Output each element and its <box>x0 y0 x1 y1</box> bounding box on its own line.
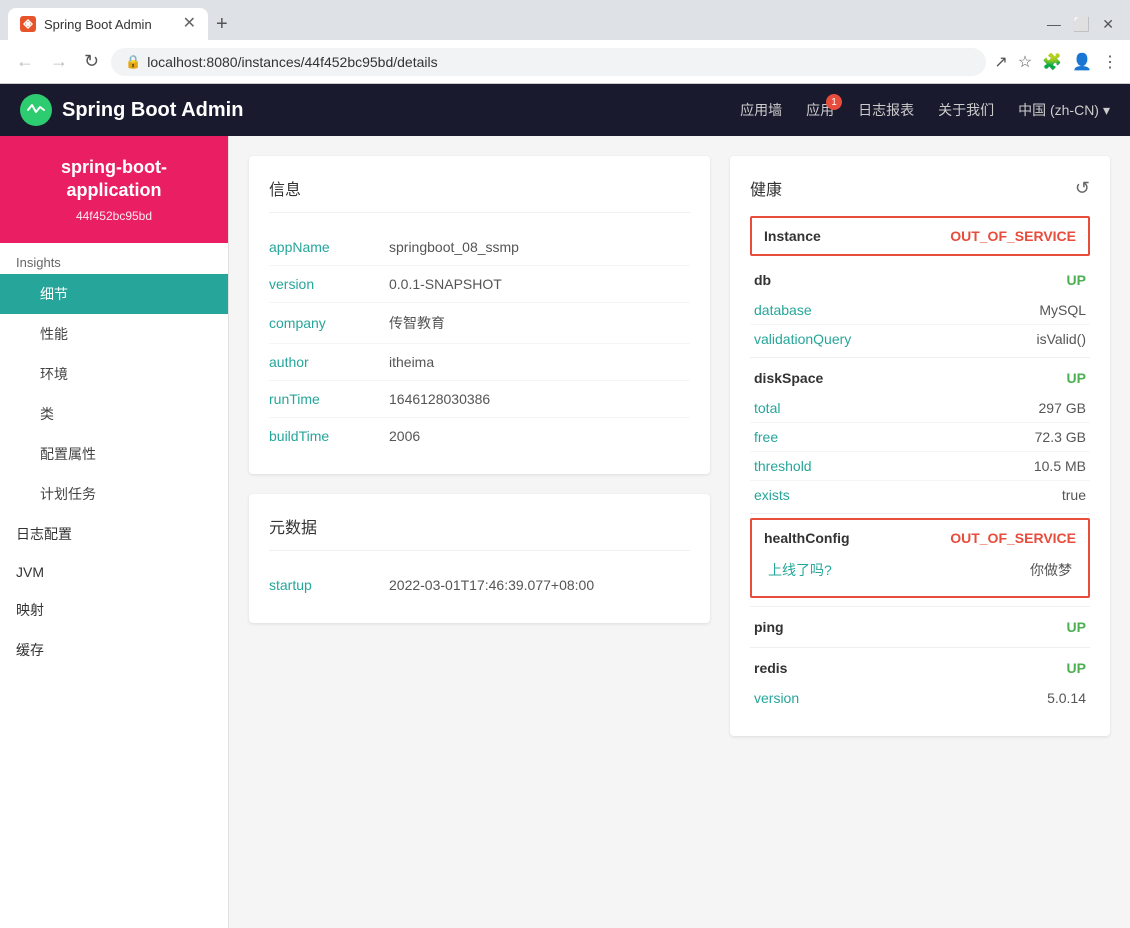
info-row-version: version 0.0.1-SNAPSHOT <box>269 266 690 303</box>
restore-button[interactable]: ⬜ <box>1073 16 1090 33</box>
info-row-runtime: runTime 1646128030386 <box>269 381 690 418</box>
health-detail-exists: exists true <box>750 481 1090 509</box>
health-detail-threshold: threshold 10.5 MB <box>750 452 1090 481</box>
tab-favicon <box>20 16 36 32</box>
address-actions: ↗ ☆ 🧩 👤 ⋮ <box>994 52 1118 72</box>
browser-chrome: Spring Boot Admin ✕ + — ⬜ ✕ ← → ↻ 🔒 loca… <box>0 0 1130 84</box>
health-section-diskspace: diskSpace UP total 297 GB free 72.3 GB t… <box>750 362 1090 509</box>
back-button[interactable]: ← <box>12 47 38 76</box>
health-card: 健康 ↺ Instance OUT_OF_SERVICE db UP datab… <box>730 156 1110 736</box>
nav-app-wall[interactable]: 应用墙 <box>740 100 782 120</box>
logo-icon <box>20 94 52 126</box>
forward-button[interactable]: → <box>46 47 72 76</box>
health-title: 健康 <box>750 176 782 200</box>
window-controls: — ⬜ ✕ <box>1047 16 1130 33</box>
bookmark-button[interactable]: ☆ <box>1018 52 1032 72</box>
health-refresh-button[interactable]: ↺ <box>1075 178 1090 199</box>
info-row-appname: appName springboot_08_ssmp <box>269 229 690 266</box>
info-row-buildtime: buildTime 2006 <box>269 418 690 454</box>
minimize-button[interactable]: — <box>1047 16 1061 33</box>
app-title: Spring Boot Admin <box>62 99 243 122</box>
metadata-card-title: 元数据 <box>269 514 690 551</box>
profile-button[interactable]: 👤 <box>1072 52 1092 72</box>
app-header: Spring Boot Admin 应用墙 应用 1 日志报表 关于我们 中国 … <box>0 84 1130 136</box>
sidebar-item-config-props[interactable]: 配置属性 <box>0 434 228 474</box>
tab-close-button[interactable]: ✕ <box>183 16 196 32</box>
browser-tab[interactable]: Spring Boot Admin ✕ <box>8 8 208 40</box>
info-row-author: author itheima <box>269 344 690 381</box>
health-instance-row: Instance OUT_OF_SERVICE <box>750 216 1090 256</box>
sidebar-item-scheduled-tasks[interactable]: 计划任务 <box>0 474 228 514</box>
sidebar: spring-boot-application 44f452bc95bd Ins… <box>0 136 229 928</box>
instance-header: spring-boot-application 44f452bc95bd <box>0 136 228 243</box>
left-panel: 信息 appName springboot_08_ssmp version 0.… <box>249 156 710 908</box>
health-detail-validationquery: validationQuery isValid() <box>750 325 1090 353</box>
divider2 <box>750 513 1090 514</box>
info-card: 信息 appName springboot_08_ssmp version 0.… <box>249 156 710 474</box>
health-section-redis-header: redis UP <box>750 652 1090 684</box>
new-tab-button[interactable]: + <box>208 13 236 36</box>
metadata-card: 元数据 startup 2022-03-01T17:46:39.077+08:0… <box>249 494 710 623</box>
health-section-db: db UP database MySQL validationQuery isV… <box>750 264 1090 353</box>
nav-about[interactable]: 关于我们 <box>938 100 994 120</box>
extension-button[interactable]: 🧩 <box>1042 52 1062 72</box>
health-header: 健康 ↺ <box>750 176 1090 200</box>
health-section-redis: redis UP version 5.0.14 <box>750 652 1090 712</box>
refresh-button[interactable]: ↻ <box>80 47 103 76</box>
info-rows: appName springboot_08_ssmp version 0.0.1… <box>269 229 690 454</box>
health-instance-label: Instance <box>764 228 821 244</box>
instance-name: spring-boot-application <box>16 156 212 203</box>
health-section-db-header: db UP <box>750 264 1090 296</box>
health-detail-database: database MySQL <box>750 296 1090 325</box>
divider4 <box>750 647 1090 648</box>
apps-badge: 1 <box>826 94 842 110</box>
address-bar: ← → ↻ 🔒 localhost:8080/instances/44f452b… <box>0 40 1130 84</box>
info-row-company: company 传智教育 <box>269 303 690 344</box>
right-panel: 健康 ↺ Instance OUT_OF_SERVICE db UP datab… <box>730 156 1110 908</box>
health-detail-online: 上线了吗? 你做梦 <box>764 554 1076 586</box>
url-input[interactable]: 🔒 localhost:8080/instances/44f452bc95bd/… <box>111 48 986 76</box>
health-section-ping-header: ping UP <box>750 611 1090 643</box>
sidebar-item-performance[interactable]: 性能 <box>0 314 228 354</box>
menu-button[interactable]: ⋮ <box>1102 52 1118 72</box>
language-selector[interactable]: 中国 (zh-CN) ▾ <box>1018 100 1110 120</box>
app-body: spring-boot-application 44f452bc95bd Ins… <box>0 136 1130 928</box>
divider <box>750 357 1090 358</box>
app-nav: 应用墙 应用 1 日志报表 关于我们 中国 (zh-CN) ▾ <box>740 100 1110 120</box>
tab-title: Spring Boot Admin <box>44 17 152 32</box>
sidebar-item-environment[interactable]: 环境 <box>0 354 228 394</box>
sidebar-item-cache[interactable]: 缓存 <box>0 630 228 670</box>
app-logo: Spring Boot Admin <box>20 94 243 126</box>
health-detail-redis-version: version 5.0.14 <box>750 684 1090 712</box>
close-window-button[interactable]: ✕ <box>1102 16 1114 33</box>
sidebar-item-classes[interactable]: 类 <box>0 394 228 434</box>
sidebar-item-mappings[interactable]: 映射 <box>0 590 228 630</box>
nav-apps[interactable]: 应用 1 <box>806 100 834 120</box>
health-detail-free: free 72.3 GB <box>750 423 1090 452</box>
info-card-title: 信息 <box>269 176 690 213</box>
share-button[interactable]: ↗ <box>994 52 1007 72</box>
health-section-healthconfig: healthConfig OUT_OF_SERVICE 上线了吗? 你做梦 <box>750 518 1090 598</box>
divider3 <box>750 606 1090 607</box>
url-text: localhost:8080/instances/44f452bc95bd/de… <box>147 54 437 70</box>
health-section-diskspace-header: diskSpace UP <box>750 362 1090 394</box>
health-detail-total: total 297 GB <box>750 394 1090 423</box>
sidebar-item-jvm[interactable]: JVM <box>0 554 228 590</box>
insights-section-label: Insights <box>0 243 228 274</box>
health-section-ping: ping UP <box>750 611 1090 643</box>
ssl-icon: 🔒 <box>125 54 141 70</box>
chevron-down-icon: ▾ <box>1103 102 1110 119</box>
main-content: 信息 appName springboot_08_ssmp version 0.… <box>229 136 1130 928</box>
sidebar-item-details[interactable]: 细节 <box>0 274 228 314</box>
health-instance-status: OUT_OF_SERVICE <box>950 228 1076 244</box>
health-section-healthconfig-header: healthConfig OUT_OF_SERVICE <box>764 530 1076 546</box>
metadata-row-startup: startup 2022-03-01T17:46:39.077+08:00 <box>269 567 690 603</box>
instance-id: 44f452bc95bd <box>16 209 212 223</box>
sidebar-item-log-config[interactable]: 日志配置 <box>0 514 228 554</box>
nav-logs[interactable]: 日志报表 <box>858 100 914 120</box>
tab-bar: Spring Boot Admin ✕ + — ⬜ ✕ <box>0 0 1130 40</box>
